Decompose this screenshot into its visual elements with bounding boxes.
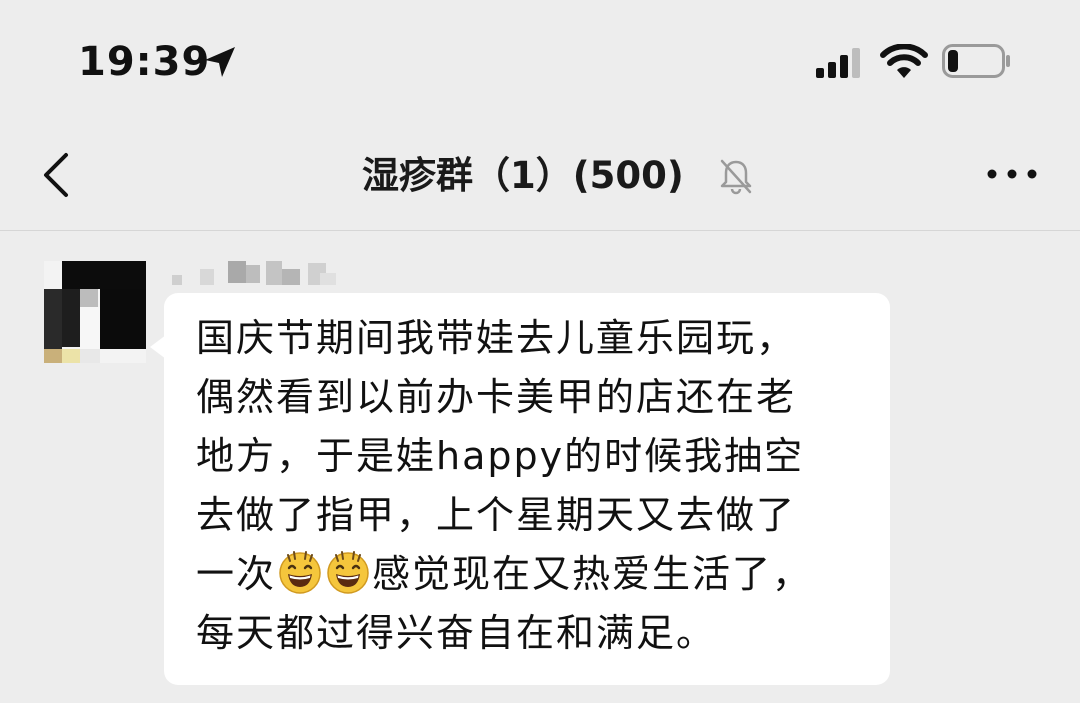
message-line: 去做了指甲，上个星期天又去做了 xyxy=(196,493,797,537)
message-line: 每天都过得兴奋自在和满足。 xyxy=(196,611,717,655)
message-line: 地方，于是娃happy的时候我抽空 xyxy=(196,434,805,478)
chat-header: 湿疹群（1）(500) xyxy=(0,120,1080,231)
message-text-prefix: 一次 xyxy=(196,552,277,596)
grinning-face-emoji xyxy=(327,551,369,594)
bell-off-icon xyxy=(720,159,752,195)
battery-level-fill xyxy=(948,50,958,72)
back-button[interactable] xyxy=(36,150,76,200)
message-line: 偶然看到以前办卡美甲的店还在老 xyxy=(196,375,797,419)
status-bar: 19:39 xyxy=(0,0,1080,120)
grinning-face-emoji xyxy=(279,551,321,594)
message-line-with-emoji: 一次 感觉现在又热爱生活了， xyxy=(196,545,858,604)
status-time: 19:39 xyxy=(78,39,211,85)
avatar[interactable] xyxy=(44,261,146,363)
more-dots-icon xyxy=(987,169,1037,179)
signal-icon xyxy=(816,48,860,78)
chat-title[interactable]: 湿疹群（1）(500) xyxy=(362,146,684,206)
wifi-icon xyxy=(880,44,928,78)
message-line: 国庆节期间我带娃去儿童乐园玩， xyxy=(196,316,797,360)
more-options-button[interactable] xyxy=(982,156,1042,192)
sender-name xyxy=(170,261,340,295)
message-text-suffix: 感觉现在又热爱生活了， xyxy=(372,552,813,596)
chevron-left-icon xyxy=(44,153,68,197)
message-bubble[interactable]: 国庆节期间我带娃去儿童乐园玩， 偶然看到以前办卡美甲的店还在老 地方，于是娃ha… xyxy=(164,293,890,685)
battery-icon xyxy=(942,44,1010,78)
location-arrow-icon xyxy=(205,47,235,77)
chat-messages: 国庆节期间我带娃去儿童乐园玩， 偶然看到以前办卡美甲的店还在老 地方，于是娃ha… xyxy=(0,231,1080,703)
